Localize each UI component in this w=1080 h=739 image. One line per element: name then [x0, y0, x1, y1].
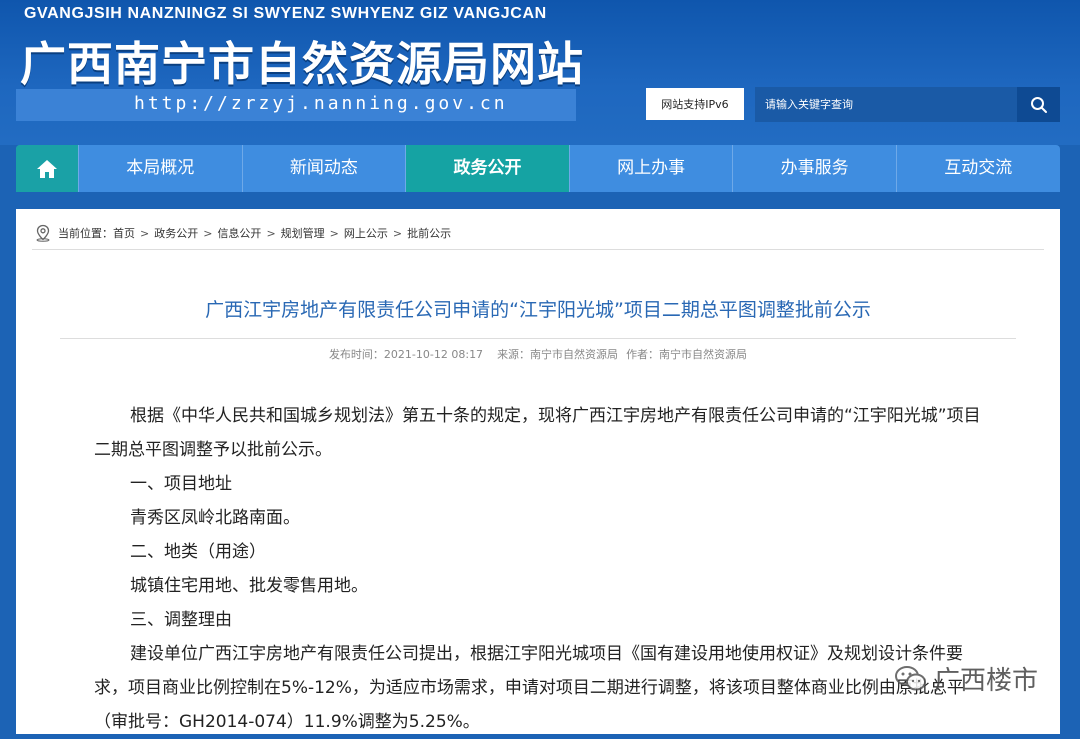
nav-item-interaction[interactable]: 互动交流	[895, 145, 1060, 192]
nav-home-button[interactable]	[16, 145, 78, 192]
section-heading: 一、项目地址	[130, 474, 232, 494]
publish-time: 发布时间：2021-10-12 08:17	[328, 348, 484, 361]
breadcrumb-home[interactable]: 首页	[113, 225, 135, 241]
breadcrumb-label: 当前位置：	[58, 227, 113, 240]
title-divider	[60, 338, 1016, 339]
nav-item-news[interactable]: 新闻动态	[241, 145, 406, 192]
nav-item-government-affairs[interactable]: 政务公开	[405, 145, 569, 192]
breadcrumb-separator: >	[140, 226, 150, 240]
search-button[interactable]	[1017, 87, 1060, 122]
site-title-pinyin: GVANGJSIH NANZNINGZ SI SWYENZ SWHYENZ GI…	[24, 5, 547, 22]
breadcrumb-separator: >	[203, 226, 213, 240]
article-meta: 发布时间：2021-10-12 08:17 来源：南宁市自然资源局 作者：南宁市自然…	[16, 346, 1060, 362]
article-paragraph: 根据《中华人民共和国城乡规划法》第五十条的规定，现将广西江宇房地产有限责任公司申…	[94, 406, 981, 460]
content-panel: 当前位置： 首页 > 政务公开 > 信息公开 > 规划管理 > 网上公示 > 批…	[16, 209, 1060, 734]
location-pin-icon	[36, 224, 50, 242]
site-url-bar: http://zrzyj.nanning.gov.cn	[16, 89, 576, 121]
article-paragraph: 城镇住宅用地、批发零售用地。	[130, 576, 368, 596]
breadcrumb: 当前位置： 首页 > 政务公开 > 信息公开 > 规划管理 > 网上公示 > 批…	[34, 223, 451, 243]
watermark-text: 广西楼市	[934, 666, 1039, 696]
breadcrumb-online-notice[interactable]: 网上公示	[344, 225, 388, 241]
section-heading: 二、地类（用途）	[130, 542, 266, 562]
nav-item-services[interactable]: 办事服务	[732, 145, 896, 192]
nav-item-online-services[interactable]: 网上办事	[568, 145, 733, 192]
site-header: GVANGJSIH NANZNINGZ SI SWYENZ SWHYENZ GI…	[0, 0, 1080, 145]
ipv6-badge[interactable]: 网站支持IPv6	[646, 88, 744, 120]
nav-item-overview[interactable]: 本局概况	[78, 145, 242, 192]
breadcrumb-info-disclosure[interactable]: 信息公开	[217, 225, 261, 241]
article-source: 来源：南宁市自然资源局	[497, 348, 619, 361]
breadcrumb-planning[interactable]: 规划管理	[281, 225, 325, 241]
search-input[interactable]	[755, 87, 1017, 122]
article-body: 根据《中华人民共和国城乡规划法》第五十条的规定，现将广西江宇房地产有限责任公司申…	[94, 399, 994, 739]
breadcrumb-separator: >	[266, 226, 276, 240]
home-icon	[37, 159, 57, 178]
breadcrumb-divider	[32, 249, 1044, 250]
breadcrumb-separator: >	[392, 226, 403, 240]
breadcrumb-separator: >	[329, 226, 339, 240]
article-paragraph: 建设单位广西江宇房地产有限责任公司提出，根据江宇阳光城项目《国有建设用地使用权证…	[94, 644, 964, 732]
wechat-icon	[895, 665, 926, 690]
breadcrumb-government-affairs[interactable]: 政务公开	[154, 225, 198, 241]
article-paragraph: 青秀区凤岭北路南面。	[130, 508, 300, 528]
search-icon	[1030, 96, 1047, 113]
site-url[interactable]: http://zrzyj.nanning.gov.cn	[134, 93, 508, 114]
main-nav: 本局概况 新闻动态 政务公开 网上办事 办事服务 互动交流	[16, 145, 1060, 192]
section-heading: 三、调整理由	[130, 610, 232, 630]
wechat-watermark: 广西楼市	[894, 660, 1038, 697]
site-title[interactable]: 广西南宁市自然资源局网站	[20, 28, 584, 94]
article-title: 广西江宇房地产有限责任公司申请的“江宇阳光城”项目二期总平图调整批前公示	[205, 299, 871, 321]
article-author: 作者：南宁市自然资源局	[626, 348, 748, 361]
breadcrumb-pre-approval-notice[interactable]: 批前公示	[407, 225, 451, 241]
